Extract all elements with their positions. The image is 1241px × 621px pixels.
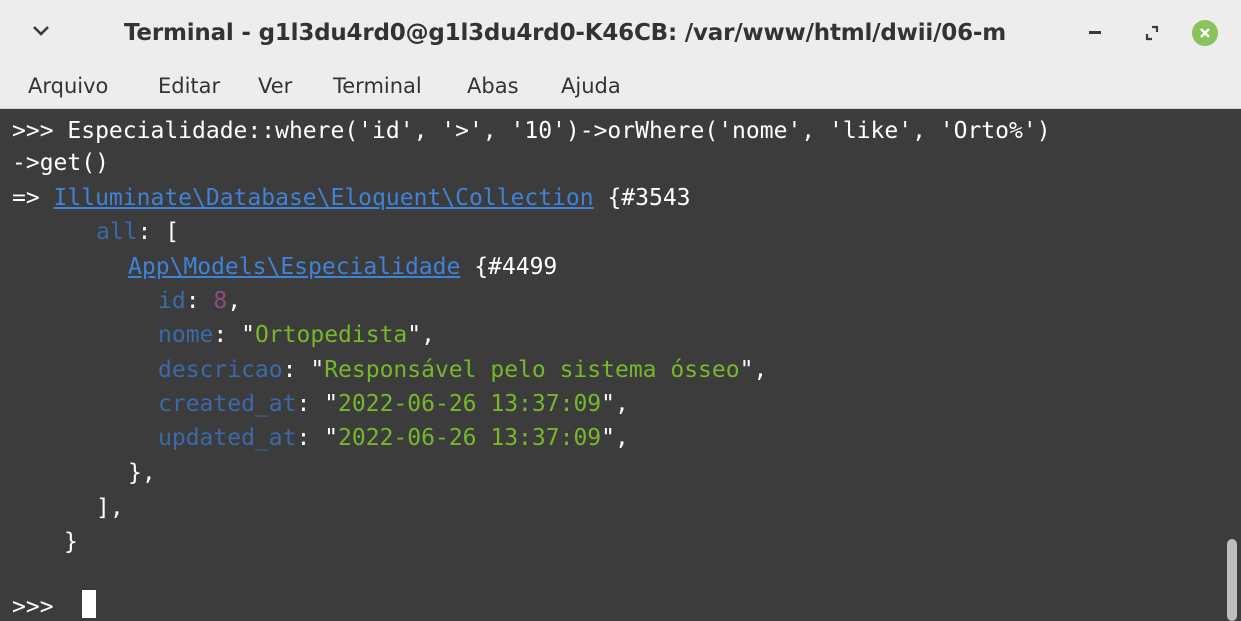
prompt: >>>: [12, 118, 68, 144]
all-close-text: ],: [96, 495, 124, 521]
field-value: 2022-06-26 13:37:09: [338, 391, 602, 417]
quote-open: ": [324, 425, 339, 451]
menu-bar: Arquivo Editar Ver Terminal Abas Ajuda: [0, 64, 1241, 109]
menu-item-ajuda[interactable]: Ajuda: [561, 72, 621, 100]
scrollbar[interactable]: [1225, 109, 1241, 621]
result-arrow: =>: [12, 185, 54, 211]
text-cursor: [82, 590, 96, 618]
field-sep: :: [282, 357, 311, 383]
scrollbar-thumb[interactable]: [1227, 539, 1237, 621]
collection-class-link[interactable]: Illuminate\Database\Eloquent\Collection: [54, 185, 594, 211]
menu-item-editar[interactable]: Editar: [158, 72, 220, 100]
menu-item-ver[interactable]: Ver: [258, 72, 292, 100]
collection-close: }: [64, 525, 78, 559]
field-created-at: created_at: "2022-06-26 13:37:09",: [158, 387, 629, 421]
field-end: ,: [615, 391, 629, 417]
model-line: App\Models\Especialidade {#4499: [128, 250, 557, 284]
field-descricao: descricao: "Responsável pelo sistema óss…: [158, 353, 767, 387]
field-nome: nome: "Ortopedista",: [158, 318, 435, 352]
field-end: ,: [421, 322, 435, 348]
title-bar[interactable]: Terminal - g1l3du4rd0@g1l3du4rd0-K46CB: …: [0, 0, 1241, 64]
field-sep: :: [296, 391, 325, 417]
quote-open: ": [310, 357, 325, 383]
field-end: ,: [615, 425, 629, 451]
collection-close-text: }: [64, 529, 78, 555]
field-key: created_at: [158, 391, 297, 417]
menu-item-abas[interactable]: Abas: [467, 72, 519, 100]
command-text: Especialidade::where('id', '>', '10')->o…: [67, 118, 1051, 144]
field-value: 2022-06-26 13:37:09: [338, 425, 602, 451]
field-updated-at: updated_at: "2022-06-26 13:37:09",: [158, 421, 629, 455]
field-end: ,: [227, 288, 242, 314]
close-icon[interactable]: [1192, 20, 1218, 46]
field-key: updated_at: [158, 425, 297, 451]
model-close-text: },: [128, 460, 156, 486]
all-key-line: all: [: [96, 215, 179, 249]
field-sep: :: [185, 288, 214, 314]
window-title: Terminal - g1l3du4rd0@g1l3du4rd0-K46CB: …: [124, 20, 1006, 46]
all-open: : [: [137, 219, 180, 245]
model-ref: {#4499: [460, 254, 558, 280]
model-class-link[interactable]: App\Models\Especialidade: [128, 254, 460, 280]
close-button[interactable]: [1190, 18, 1220, 48]
minimize-icon[interactable]: [1080, 18, 1110, 48]
menu-item-terminal[interactable]: Terminal: [333, 72, 422, 100]
field-sep: :: [213, 322, 242, 348]
field-end: ,: [753, 357, 768, 383]
field-value: Ortopedista: [254, 322, 408, 348]
quote-open: ": [324, 391, 339, 417]
model-close: },: [128, 456, 156, 490]
field-value: Responsável pelo sistema ósseo: [324, 357, 740, 383]
quote-open: ": [241, 322, 255, 348]
menu-item-arquivo[interactable]: Arquivo: [28, 72, 108, 100]
quote-close: ": [601, 391, 616, 417]
quote-close: ": [407, 322, 422, 348]
final-prompt: >>>: [12, 594, 54, 620]
quote-close: ": [739, 357, 754, 383]
maximize-icon[interactable]: [1137, 18, 1167, 48]
field-key: id: [158, 288, 186, 314]
field-sep: :: [296, 425, 325, 451]
field-value: 8: [213, 288, 228, 314]
chevron-down-icon[interactable]: [28, 18, 54, 44]
terminal-output[interactable]: >>> Especialidade::where('id', '>', '10'…: [0, 109, 1225, 621]
field-key: descricao: [158, 357, 283, 383]
command-line-continuation: ->get(): [12, 146, 109, 180]
command-line: >>> Especialidade::where('id', '>', '10'…: [12, 114, 1051, 148]
result-line: => Illuminate\Database\Eloquent\Collecti…: [12, 181, 691, 215]
field-id: id: 8,: [158, 284, 241, 318]
quote-close: ": [601, 425, 616, 451]
all-key: all: [96, 219, 138, 245]
terminal-window: Terminal - g1l3du4rd0@g1l3du4rd0-K46CB: …: [0, 0, 1241, 621]
field-key: nome: [158, 322, 214, 348]
final-prompt-line: >>>: [12, 590, 54, 621]
collection-ref: {#3543: [593, 185, 691, 211]
all-close: ],: [96, 491, 124, 525]
command-text: ->get(): [12, 150, 109, 176]
